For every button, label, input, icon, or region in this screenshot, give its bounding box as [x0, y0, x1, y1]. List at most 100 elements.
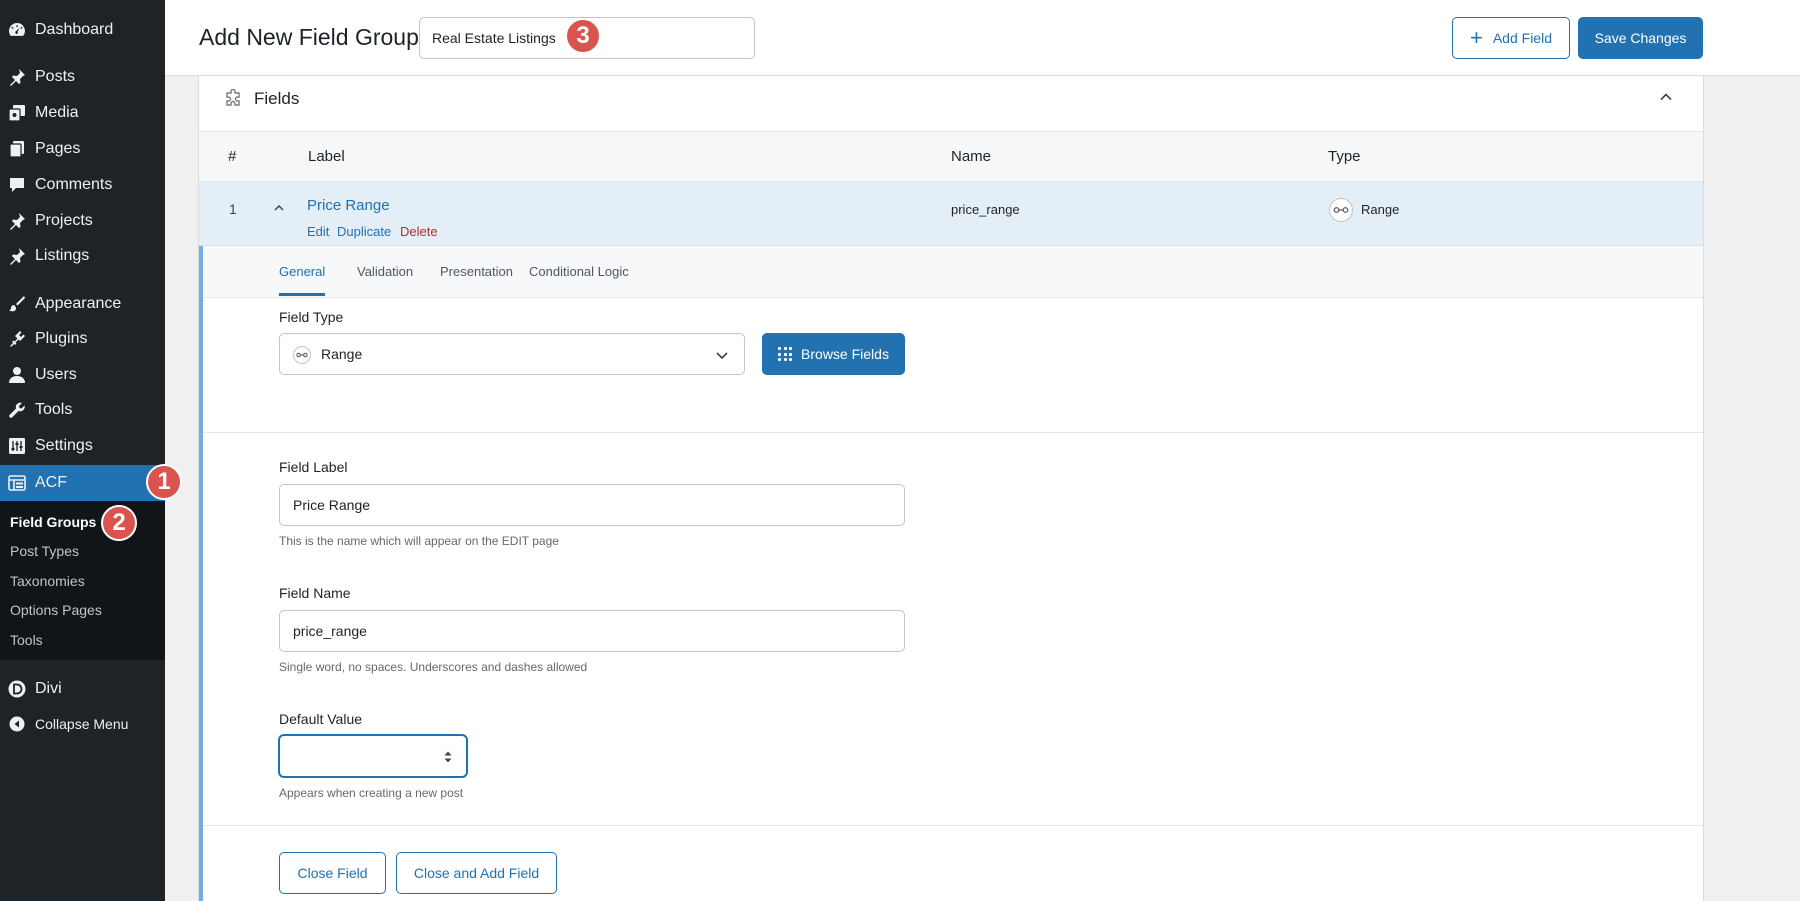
column-header-number: # [228, 148, 237, 165]
field-label-input[interactable] [279, 484, 905, 526]
sidebar-item-tools[interactable]: Tools [0, 392, 165, 428]
plugin-icon [8, 330, 26, 348]
settings-tabs: General Validation Presentation Conditio… [203, 246, 1703, 298]
tab-presentation[interactable]: Presentation [440, 264, 513, 279]
tab-conditional-logic[interactable]: Conditional Logic [529, 264, 629, 279]
pages-icon [8, 140, 26, 158]
browse-fields-label: Browse Fields [801, 346, 889, 362]
default-value-help: Appears when creating a new post [279, 786, 464, 800]
sidebar-item-label: Comments [35, 176, 113, 193]
field-label-label: Field Label [279, 459, 348, 475]
sidebar-item-label: Media [35, 104, 79, 121]
sidebar-item-listings[interactable]: Listings [0, 238, 165, 274]
field-name-label: Field Name [279, 585, 351, 601]
sidebar-item-users[interactable]: Users [0, 357, 165, 393]
fields-panel-header[interactable]: Fields [199, 76, 1703, 132]
chevron-up-icon[interactable] [1657, 88, 1675, 106]
wrench-icon [8, 401, 26, 419]
section-divider [203, 825, 1703, 826]
pin-icon [8, 212, 26, 230]
sidebar-item-appearance[interactable]: Appearance [0, 286, 165, 322]
field-settings: General Validation Presentation Conditio… [199, 246, 1703, 901]
annotation-badge-3: 3 [565, 18, 601, 54]
row-field-label-link[interactable]: Price Range [307, 197, 390, 214]
field-type-select[interactable]: Range [279, 333, 745, 375]
chevron-up-icon[interactable] [272, 201, 286, 215]
sidebar-item-label: Pages [35, 140, 81, 157]
section-divider [203, 432, 1703, 433]
sidebar-item-acf[interactable]: ACF [0, 465, 165, 501]
collapse-icon [8, 715, 26, 733]
sidebar-item-label: Dashboard [35, 21, 114, 38]
sidebar-item-pages[interactable]: Pages [0, 131, 165, 167]
media-icon [8, 104, 26, 122]
duplicate-link[interactable]: Duplicate [337, 224, 391, 239]
collapse-menu-button[interactable]: Collapse Menu [0, 706, 165, 742]
brush-icon [8, 295, 26, 313]
row-field-type: Range [1361, 202, 1400, 217]
range-icon [293, 346, 311, 364]
sidebar-item-projects[interactable]: Projects [0, 203, 165, 239]
chevron-down-icon [714, 347, 730, 363]
close-and-add-field-button[interactable]: Close and Add Field [396, 852, 557, 894]
grid-icon [778, 347, 793, 361]
page-title: Add New Field Group [199, 24, 419, 50]
field-type-value: Range [321, 346, 363, 362]
sidebar-item-label: Projects [35, 212, 93, 229]
sidebar-item-label: Settings [35, 437, 93, 454]
range-icon [1329, 198, 1353, 222]
submenu-field-groups[interactable]: Field Groups [10, 514, 96, 530]
sidebar-item-posts[interactable]: Posts [0, 59, 165, 95]
pin-icon [8, 68, 26, 86]
fields-panel: Fields # Label Name Type 1 Price Range E… [198, 76, 1704, 901]
submenu-post-types[interactable]: Post Types [10, 543, 79, 559]
close-field-button[interactable]: Close Field [279, 852, 386, 894]
add-field-button[interactable]: + Add Field [1452, 17, 1570, 59]
submenu-tools[interactable]: Tools [10, 632, 43, 648]
sidebar-item-label: Collapse Menu [35, 716, 129, 732]
add-field-label: Add Field [1492, 30, 1552, 46]
field-name-help: Single word, no spaces. Underscores and … [279, 660, 588, 674]
comment-icon [8, 176, 26, 194]
edit-link[interactable]: Edit [307, 224, 329, 239]
field-name-input[interactable] [279, 610, 905, 652]
annotation-badge-2: 2 [101, 505, 137, 541]
sidebar-item-media[interactable]: Media [0, 95, 165, 131]
sidebar-item-dashboard[interactable]: Dashboard [0, 12, 165, 48]
sidebar-item-comments[interactable]: Comments [0, 167, 165, 203]
sidebar-item-label: Tools [35, 401, 73, 418]
annotation-badge-1: 1 [146, 464, 182, 500]
sidebar-item-divi[interactable]: Divi [0, 671, 165, 707]
tab-validation[interactable]: Validation [357, 264, 413, 279]
puzzle-icon [223, 88, 243, 109]
row-number: 1 [229, 201, 237, 217]
delete-link[interactable]: Delete [400, 224, 438, 239]
sidebar-item-settings[interactable]: Settings [0, 428, 165, 464]
sidebar-item-label: Plugins [35, 330, 88, 347]
row-field-name: price_range [951, 202, 1020, 217]
default-value-input[interactable] [279, 735, 467, 777]
submenu-taxonomies[interactable]: Taxonomies [10, 573, 85, 589]
browse-fields-button[interactable]: Browse Fields [762, 333, 905, 375]
sidebar-item-label: Posts [35, 68, 76, 85]
page-header: Add New Field Group 3 + Add Field Save C… [165, 0, 1800, 76]
sidebar-item-label: ACF [35, 474, 67, 491]
column-header-label: Label [308, 148, 345, 165]
table-row[interactable]: 1 Price Range Edit Duplicate Delete pric… [199, 182, 1703, 246]
save-changes-button[interactable]: Save Changes [1578, 17, 1703, 59]
sidebar-item-label: Users [35, 366, 77, 383]
default-value-label: Default Value [279, 711, 363, 727]
fields-table-header: # Label Name Type [199, 132, 1703, 182]
sidebar-item-label: Divi [35, 680, 62, 697]
admin-sidebar: Dashboard Posts Media Pages Comments Pro… [0, 0, 165, 901]
sidebar-item-plugins[interactable]: Plugins [0, 321, 165, 357]
settings-icon [8, 437, 26, 455]
spinner-icon[interactable] [443, 749, 453, 765]
dashboard-icon [8, 21, 26, 39]
user-icon [8, 366, 26, 384]
column-header-name: Name [951, 148, 992, 165]
pin-icon [8, 247, 26, 265]
tab-general[interactable]: General [279, 264, 326, 296]
submenu-options-pages[interactable]: Options Pages [10, 602, 102, 618]
field-label-help: This is the name which will appear on th… [279, 534, 559, 548]
